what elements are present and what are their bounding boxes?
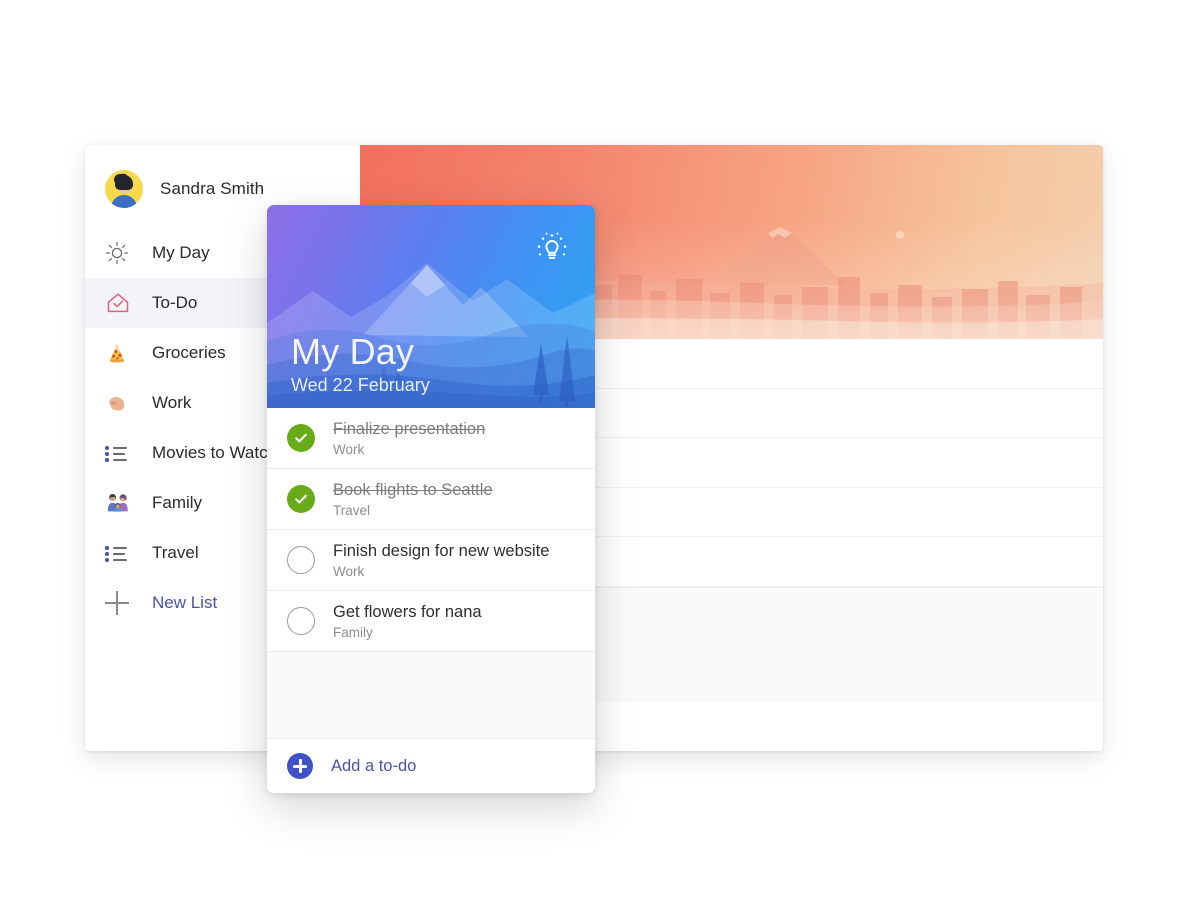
task-title: Book flights to Seattle (333, 481, 493, 500)
task-row[interactable]: Finish design for new website Work (267, 530, 595, 591)
task-title: Finish design for new website (333, 542, 550, 561)
task-row[interactable]: Get flowers for nana Family (267, 591, 595, 652)
sun-icon (105, 241, 139, 265)
task-list-name: Travel (333, 502, 371, 518)
sidebar-item-label: Family (152, 493, 203, 512)
my-day-hero: My Day Wed 22 February (267, 205, 595, 408)
house-check-icon (105, 291, 139, 315)
task-title: Finalize presentation (333, 420, 486, 439)
page-title: My Day (291, 331, 415, 373)
my-day-card: My Day Wed 22 February Finalize presenta… (267, 205, 595, 793)
screen: Sandra Smith My Day To-Do Groceries Work… (0, 0, 1200, 900)
plus-icon (105, 591, 139, 615)
new-list-label: New List (152, 593, 218, 612)
bullet-list-icon (105, 445, 139, 462)
task-text-block: Finish design for new website Work (333, 541, 549, 579)
my-day-task-list: Finalize presentation Work Book flights … (267, 408, 595, 652)
checkbox-checked[interactable] (287, 424, 315, 452)
checkbox-unchecked[interactable] (287, 546, 315, 574)
sidebar-item-label: Work (152, 393, 192, 412)
add-todo-row[interactable]: Add a to-do (267, 739, 595, 793)
task-row[interactable]: Book flights to Seattle Travel (267, 469, 595, 530)
task-text-block: Finalize presentation Work (333, 419, 485, 457)
task-row[interactable]: Finalize presentation Work (267, 408, 595, 469)
flexed-biceps-icon (105, 391, 139, 415)
hero-text-block: My Day Wed 22 February (291, 332, 430, 396)
sidebar-item-label: Groceries (152, 343, 226, 362)
family-icon (105, 491, 139, 515)
bullet-list-icon (105, 545, 139, 562)
sidebar-item-label: My Day (152, 243, 210, 262)
sidebar-item-label: Movies to Watch (152, 443, 278, 462)
checkbox-unchecked[interactable] (287, 607, 315, 635)
task-text-block: Get flowers for nana Family (333, 602, 482, 640)
avatar (105, 170, 143, 208)
task-list-name: Work (333, 563, 365, 579)
checkbox-checked[interactable] (287, 485, 315, 513)
hero-date: Wed 22 February (291, 375, 430, 395)
sidebar-item-label: Travel (152, 543, 199, 562)
task-text-block: Book flights to Seattle Travel (333, 480, 493, 518)
plus-circle-icon[interactable] (287, 753, 313, 779)
task-title: Get flowers for nana (333, 603, 482, 622)
task-list-name: Family (333, 624, 373, 640)
task-list-name: Work (333, 441, 365, 457)
card-empty-area (267, 652, 595, 739)
profile-name: Sandra Smith (160, 179, 265, 198)
add-todo-label: Add a to-do (331, 756, 417, 775)
lightbulb-icon[interactable] (530, 227, 574, 271)
pizza-slice-icon (105, 341, 139, 365)
sidebar-item-label: To-Do (152, 293, 198, 312)
